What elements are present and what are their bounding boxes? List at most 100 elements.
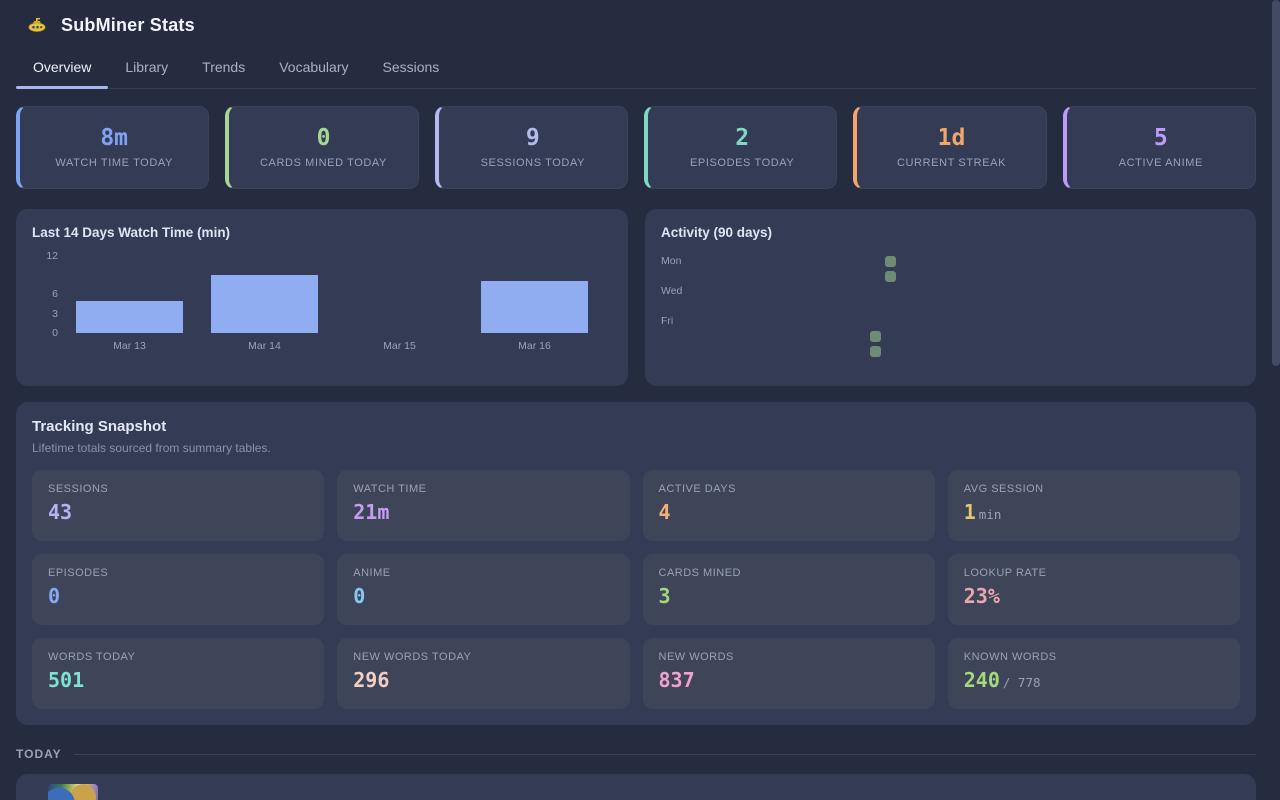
stat-card-cards-mined-today: 0 CARDS MINED TODAY bbox=[225, 106, 418, 189]
today-label: TODAY bbox=[16, 747, 62, 761]
tile-label: KNOWN WORDS bbox=[964, 651, 1224, 663]
tab-vocabulary[interactable]: Vocabulary bbox=[262, 50, 365, 88]
anime-cover-thumbnail bbox=[48, 784, 98, 800]
tile-value-suffix: / 778 bbox=[1003, 675, 1041, 690]
tab-trends[interactable]: Trends bbox=[185, 50, 262, 88]
tile-label: NEW WORDS bbox=[659, 651, 919, 663]
y-axis-tick-label: 12 bbox=[32, 250, 58, 262]
heatmap-active-cell bbox=[885, 271, 896, 282]
tile-value: 4 bbox=[659, 502, 919, 522]
tile-value: 1min bbox=[964, 502, 1224, 522]
tile-label: SESSIONS bbox=[48, 483, 308, 495]
heatmap-active-cell bbox=[870, 331, 881, 342]
x-axis-tick-label: Mar 15 bbox=[332, 340, 467, 352]
tracking-tile-grid: SESSIONS 43 WATCH TIME 21m ACTIVE DAYS 4 AVG S… bbox=[32, 470, 1240, 709]
today-section-header: TODAY bbox=[16, 747, 1256, 761]
tracking-tile-episodes: EPISODES 0 bbox=[32, 554, 324, 625]
stat-value: 5 bbox=[1154, 127, 1168, 150]
stat-value: 2 bbox=[735, 127, 749, 150]
vertical-scrollbar[interactable] bbox=[1272, 0, 1280, 366]
tile-label: WATCH TIME bbox=[353, 483, 613, 495]
tracking-tile-active-days: ACTIVE DAYS 4 bbox=[643, 470, 935, 541]
section-subtitle: Lifetime totals sourced from summary tab… bbox=[32, 441, 1240, 455]
page-title: SubMiner Stats bbox=[61, 15, 195, 36]
heatmap-active-cell bbox=[885, 256, 896, 267]
tile-value: 23% bbox=[964, 586, 1224, 606]
stat-label: CURRENT STREAK bbox=[897, 157, 1006, 169]
heatmap-title: Activity (90 days) bbox=[661, 225, 1240, 240]
charts-row: Last 14 Days Watch Time (min) 0 3 6 12 Mar 1… bbox=[16, 209, 1256, 386]
tile-value: 43 bbox=[48, 502, 308, 522]
main-content: 8m WATCH TIME TODAY 0 CARDS MINED TODAY … bbox=[0, 106, 1280, 800]
stat-label: ACTIVE ANIME bbox=[1119, 157, 1203, 169]
y-axis-tick-label: 6 bbox=[32, 288, 58, 300]
stat-card-active-anime: 5 ACTIVE ANIME bbox=[1063, 106, 1256, 189]
tracking-tile-lookup-rate: LOOKUP RATE 23% bbox=[948, 554, 1240, 625]
stat-card-watch-time-today: 8m WATCH TIME TODAY bbox=[16, 106, 209, 189]
tile-label: CARDS MINED bbox=[659, 567, 919, 579]
tab-library[interactable]: Library bbox=[108, 50, 185, 88]
tile-label: LOOKUP RATE bbox=[964, 567, 1224, 579]
activity-heatmap: Mon Wed Fri bbox=[661, 256, 1240, 361]
tile-label: AVG SESSION bbox=[964, 483, 1224, 495]
tile-value: 0 bbox=[48, 586, 308, 606]
tile-label: EPISODES bbox=[48, 567, 308, 579]
today-session-card bbox=[16, 774, 1256, 800]
x-axis-tick-label: Mar 16 bbox=[467, 340, 602, 352]
tile-value: 296 bbox=[353, 670, 613, 690]
tracking-tile-new-words-today: NEW WORDS TODAY 296 bbox=[337, 638, 629, 709]
stat-label: WATCH TIME TODAY bbox=[55, 157, 173, 169]
tracking-tile-sessions: SESSIONS 43 bbox=[32, 470, 324, 541]
stat-card-episodes-today: 2 EPISODES TODAY bbox=[644, 106, 837, 189]
tile-value: 240/ 778 bbox=[964, 670, 1224, 690]
stat-card-row: 8m WATCH TIME TODAY 0 CARDS MINED TODAY … bbox=[16, 106, 1256, 189]
x-axis-tick-label: Mar 14 bbox=[197, 340, 332, 352]
tile-label: NEW WORDS TODAY bbox=[353, 651, 613, 663]
y-axis-tick-label: 0 bbox=[32, 327, 58, 339]
tracking-tile-known-words: KNOWN WORDS 240/ 778 bbox=[948, 638, 1240, 709]
tracking-tile-anime: ANIME 0 bbox=[337, 554, 629, 625]
bar-mar-16 bbox=[481, 281, 588, 333]
activity-heatmap-panel: Activity (90 days) Mon Wed Fri bbox=[645, 209, 1256, 386]
stat-value: 9 bbox=[526, 127, 540, 150]
y-axis-tick-label: 3 bbox=[32, 308, 58, 320]
tile-value: 837 bbox=[659, 670, 919, 690]
heatmap-day-label: Wed bbox=[661, 285, 682, 297]
tracking-tile-words-today: WORDS TODAY 501 bbox=[32, 638, 324, 709]
heatmap-active-cell bbox=[870, 346, 881, 357]
chart-title: Last 14 Days Watch Time (min) bbox=[32, 225, 612, 240]
stat-card-sessions-today: 9 SESSIONS TODAY bbox=[435, 106, 628, 189]
stat-value: 0 bbox=[317, 127, 331, 150]
tile-value: 501 bbox=[48, 670, 308, 690]
tile-value-suffix: min bbox=[979, 507, 1002, 522]
bar-mar-13 bbox=[76, 301, 183, 333]
tracking-tile-cards-mined: CARDS MINED3 bbox=[643, 554, 935, 625]
divider bbox=[74, 754, 1256, 755]
stat-card-current-streak: 1d CURRENT STREAK bbox=[853, 106, 1046, 189]
stat-value: 8m bbox=[100, 127, 128, 150]
tracking-tile-avg-session: AVG SESSION 1min bbox=[948, 470, 1240, 541]
tracking-tile-watch-time: WATCH TIME 21m bbox=[337, 470, 629, 541]
tile-label: ANIME bbox=[353, 567, 613, 579]
tile-label: WORDS TODAY bbox=[48, 651, 308, 663]
tile-value: 0 bbox=[353, 586, 613, 606]
tab-sessions[interactable]: Sessions bbox=[366, 50, 457, 88]
stat-label: EPISODES TODAY bbox=[690, 157, 794, 169]
watch-time-chart-panel: Last 14 Days Watch Time (min) 0 3 6 12 Mar 1… bbox=[16, 209, 628, 386]
tracking-tile-new-words: NEW WORDS 837 bbox=[643, 638, 935, 709]
tab-bar: Overview Library Trends Vocabulary Sessi… bbox=[16, 50, 1256, 89]
tile-label: ACTIVE DAYS bbox=[659, 483, 919, 495]
stat-value: 1d bbox=[938, 127, 966, 150]
tile-value: 21m bbox=[353, 502, 613, 522]
section-title: Tracking Snapshot bbox=[32, 418, 1240, 435]
tracking-snapshot-panel: Tracking Snapshot Lifetime totals source… bbox=[16, 402, 1256, 725]
heatmap-day-label: Mon bbox=[661, 255, 681, 267]
stat-label: SESSIONS TODAY bbox=[481, 157, 585, 169]
tab-overview[interactable]: Overview bbox=[16, 50, 108, 88]
stat-label: CARDS MINED TODAY bbox=[260, 157, 387, 169]
submarine-icon bbox=[27, 15, 47, 35]
x-axis-tick-label: Mar 13 bbox=[62, 340, 197, 352]
bar-mar-14 bbox=[211, 275, 318, 333]
watch-time-bar-chart: 0 3 6 12 Mar 13Mar 14Mar 15Mar 16 bbox=[32, 244, 612, 354]
heatmap-day-label: Fri bbox=[661, 315, 673, 327]
